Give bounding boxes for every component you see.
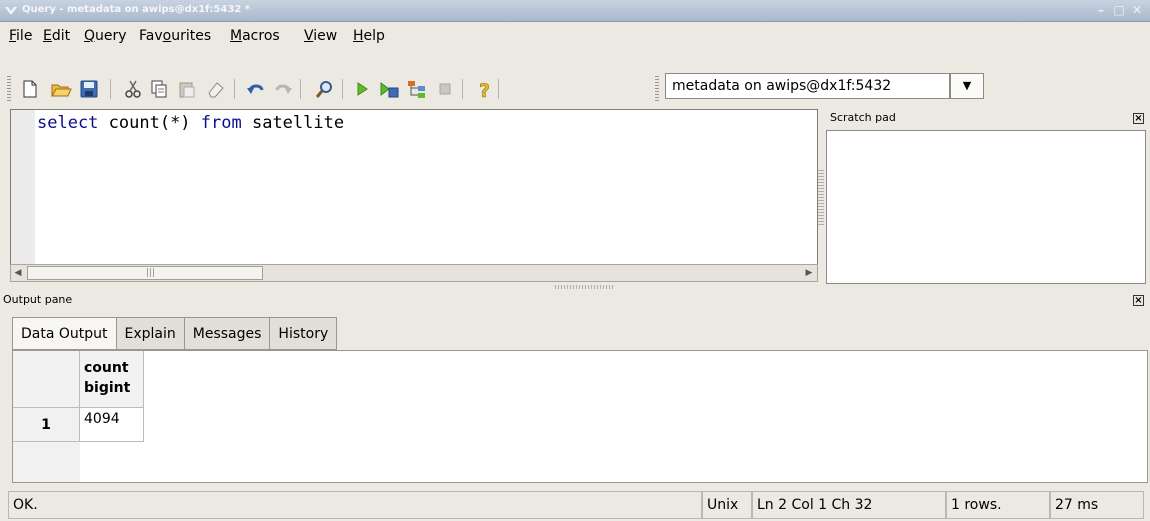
toolbar-separator [300, 79, 301, 99]
sql-editor[interactable]: select count(*) from satellite [10, 109, 818, 266]
undo-icon[interactable] [245, 78, 267, 100]
open-folder-icon[interactable] [50, 78, 72, 100]
cancel-icon[interactable] [434, 78, 456, 100]
title-bar: Query - metadata on awips@dx1f:5432 * – … [0, 0, 1150, 22]
scrollbar-thumb[interactable]: ||| [27, 266, 263, 280]
editor-horizontal-scrollbar[interactable]: ◀ ||| ▶ [10, 264, 818, 282]
output-tabs: Data Output Explain Messages History [12, 317, 338, 350]
close-button[interactable]: ✕ [1130, 2, 1144, 18]
clear-icon[interactable] [205, 78, 227, 100]
svg-text:?: ? [479, 80, 490, 100]
save-icon[interactable] [78, 78, 100, 100]
menu-file[interactable]: File [9, 28, 32, 44]
paste-icon[interactable] [176, 78, 198, 100]
toolbar-separator [234, 79, 235, 99]
splitter-handle[interactable] [555, 285, 613, 289]
toolbar-separator [110, 79, 111, 99]
column-header[interactable]: count bigint [80, 351, 144, 408]
data-output-grid[interactable]: count bigint 1 4094 [12, 350, 1148, 483]
editor-gutter [11, 110, 35, 265]
menu-macros[interactable]: Macros [230, 28, 280, 44]
row-number[interactable]: 1 [13, 408, 80, 442]
find-icon[interactable] [314, 78, 336, 100]
tab-messages[interactable]: Messages [184, 317, 271, 350]
menu-query[interactable]: Query [84, 28, 127, 44]
sql-text[interactable]: select count(*) from satellite [37, 113, 344, 133]
app-menu-icon[interactable] [3, 3, 19, 19]
status-message: OK. [8, 491, 702, 519]
toolbar-separator [498, 79, 499, 99]
splitter-handle[interactable] [818, 170, 824, 225]
help-icon[interactable]: ? [474, 78, 496, 103]
output-pane-label: Output pane [3, 293, 73, 306]
execute-icon[interactable] [351, 78, 373, 100]
grid-corner[interactable] [13, 351, 80, 408]
menu-bar: File Edit Query Favourites Macros View H… [0, 24, 1150, 46]
scratch-pad-label: Scratch pad [830, 111, 896, 124]
window-title: Query - metadata on awips@dx1f:5432 * [22, 4, 251, 15]
tab-data-output[interactable]: Data Output [12, 317, 117, 350]
menu-favourites[interactable]: Favourites [139, 28, 211, 44]
copy-icon[interactable] [148, 78, 170, 100]
close-icon[interactable]: × [1133, 295, 1144, 306]
tab-history[interactable]: History [270, 317, 338, 350]
connection-select[interactable]: metadata on awips@dx1f:5432 [665, 73, 950, 99]
status-line-ending: Unix [702, 491, 752, 519]
menu-help[interactable]: Help [353, 28, 385, 44]
column-type: bigint [84, 380, 131, 396]
scratch-pad-textarea[interactable] [826, 130, 1146, 284]
menu-edit[interactable]: Edit [43, 28, 70, 44]
toolbar-separator [342, 79, 343, 99]
status-exec-time: 27 ms [1050, 491, 1144, 519]
redo-icon[interactable] [272, 78, 294, 100]
toolbar-grip[interactable] [7, 76, 11, 102]
new-file-icon[interactable] [19, 78, 41, 100]
cut-icon[interactable] [122, 78, 144, 100]
column-name: count [84, 360, 129, 376]
chevron-down-icon[interactable]: ▼ [950, 73, 984, 99]
toolbar-separator [462, 79, 463, 99]
table-cell[interactable]: 4094 [80, 408, 144, 442]
scroll-left-icon[interactable]: ◀ [11, 266, 25, 280]
maximize-button[interactable]: □ [1112, 2, 1126, 18]
minimize-button[interactable]: – [1094, 2, 1108, 18]
status-row-count: 1 rows. [946, 491, 1050, 519]
close-icon[interactable]: × [1133, 113, 1144, 124]
status-cursor-position: Ln 2 Col 1 Ch 32 [752, 491, 946, 519]
execute-to-file-icon[interactable] [378, 78, 400, 100]
tab-explain[interactable]: Explain [116, 317, 185, 350]
explain-icon[interactable] [406, 78, 428, 100]
status-bar: OK. Unix Ln 2 Col 1 Ch 32 1 rows. 27 ms [0, 487, 1150, 521]
scroll-right-icon[interactable]: ▶ [802, 266, 816, 280]
toolbar-grip[interactable] [655, 76, 659, 102]
menu-view[interactable]: View [304, 28, 337, 44]
